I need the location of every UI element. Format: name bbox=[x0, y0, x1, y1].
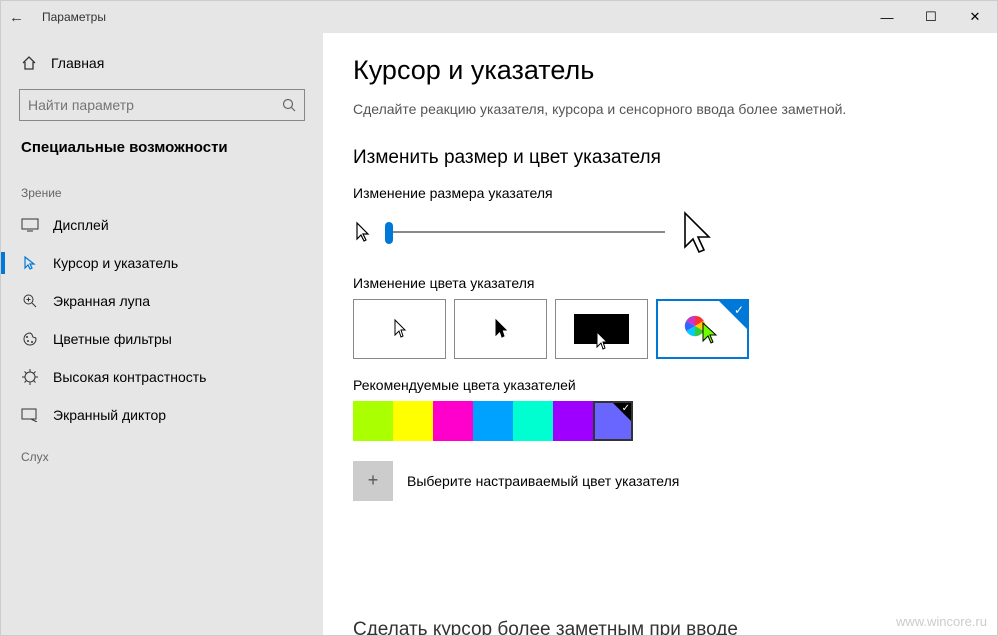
custom-color-label: Выберите настраиваемый цвет указателя bbox=[407, 473, 679, 489]
section-cursor-visibility: Сделать курсор более заметным при вводе bbox=[353, 619, 738, 635]
minimize-button[interactable]: — bbox=[865, 1, 909, 33]
sidebar-item-label: Высокая контрастность bbox=[53, 369, 206, 385]
category-title: Специальные возможности bbox=[1, 131, 323, 170]
group-hearing: Слух bbox=[1, 434, 323, 470]
sidebar-item-narrator[interactable]: Экранный диктор bbox=[1, 396, 323, 434]
large-cursor-icon bbox=[679, 209, 715, 255]
sidebar-item-color-filters[interactable]: Цветные фильтры bbox=[1, 320, 323, 358]
sidebar-item-display[interactable]: Дисплей bbox=[1, 206, 323, 244]
titlebar: ← Параметры — ☐ ✕ bbox=[1, 1, 997, 33]
section-size-color: Изменить размер и цвет указателя bbox=[353, 147, 967, 169]
narrator-icon bbox=[21, 408, 39, 422]
color-swatch[interactable] bbox=[513, 401, 553, 441]
sidebar-item-label: Цветные фильтры bbox=[53, 331, 172, 347]
label-recommended-colors: Рекомендуемые цвета указателей bbox=[353, 377, 967, 393]
page-description: Сделайте реакцию указателя, курсора и се… bbox=[353, 100, 873, 119]
sidebar: Главная Специальные возможности Зрение Д… bbox=[1, 33, 323, 635]
watermark: www.wincore.ru bbox=[896, 614, 987, 629]
close-button[interactable]: ✕ bbox=[953, 1, 997, 33]
maximize-button[interactable]: ☐ bbox=[909, 1, 953, 33]
window-title: Параметры bbox=[42, 10, 106, 24]
label-pointer-color: Изменение цвета указателя bbox=[353, 275, 967, 291]
sidebar-item-high-contrast[interactable]: Высокая контрастность bbox=[1, 358, 323, 396]
contrast-icon bbox=[21, 369, 39, 385]
pointer-size-slider[interactable] bbox=[385, 231, 665, 233]
pointer-color-custom[interactable]: ✓ bbox=[656, 299, 749, 359]
color-swatch[interactable] bbox=[473, 401, 513, 441]
color-swatch[interactable] bbox=[393, 401, 433, 441]
sidebar-item-magnifier[interactable]: Экранная лупа bbox=[1, 282, 323, 320]
slider-thumb[interactable] bbox=[385, 222, 393, 244]
group-vision: Зрение bbox=[1, 170, 323, 206]
sidebar-item-label: Экранная лупа bbox=[53, 293, 150, 309]
small-cursor-icon bbox=[353, 220, 371, 244]
label-pointer-size: Изменение размера указателя bbox=[353, 185, 967, 201]
back-button[interactable]: ← bbox=[9, 9, 24, 26]
home-icon bbox=[21, 55, 37, 71]
color-swatch[interactable] bbox=[553, 401, 593, 441]
magnifier-icon bbox=[21, 293, 39, 309]
palette-icon bbox=[21, 331, 39, 347]
check-icon: ✓ bbox=[734, 303, 744, 317]
search-input[interactable] bbox=[28, 97, 282, 113]
sidebar-item-cursor[interactable]: Курсор и указатель bbox=[1, 244, 323, 282]
pointer-color-black[interactable] bbox=[454, 299, 547, 359]
add-custom-color-button[interactable]: + bbox=[353, 461, 393, 501]
home-label: Главная bbox=[51, 55, 104, 71]
pointer-color-inverted[interactable] bbox=[555, 299, 648, 359]
sidebar-item-label: Курсор и указатель bbox=[53, 255, 178, 271]
sidebar-item-label: Дисплей bbox=[53, 217, 109, 233]
search-icon bbox=[282, 98, 296, 112]
color-swatch[interactable] bbox=[593, 401, 633, 441]
pointer-color-white[interactable] bbox=[353, 299, 446, 359]
color-swatch[interactable] bbox=[353, 401, 393, 441]
display-icon bbox=[21, 218, 39, 232]
home-nav[interactable]: Главная bbox=[1, 45, 323, 81]
search-box[interactable] bbox=[19, 89, 305, 121]
window-controls: — ☐ ✕ bbox=[865, 1, 997, 33]
page-title: Курсор и указатель bbox=[353, 55, 967, 86]
recommended-swatches bbox=[353, 401, 967, 441]
cursor-icon bbox=[21, 255, 39, 271]
color-swatch[interactable] bbox=[433, 401, 473, 441]
sidebar-item-label: Экранный диктор bbox=[53, 407, 166, 423]
main-content: Курсор и указатель Сделайте реакцию указ… bbox=[323, 33, 997, 635]
